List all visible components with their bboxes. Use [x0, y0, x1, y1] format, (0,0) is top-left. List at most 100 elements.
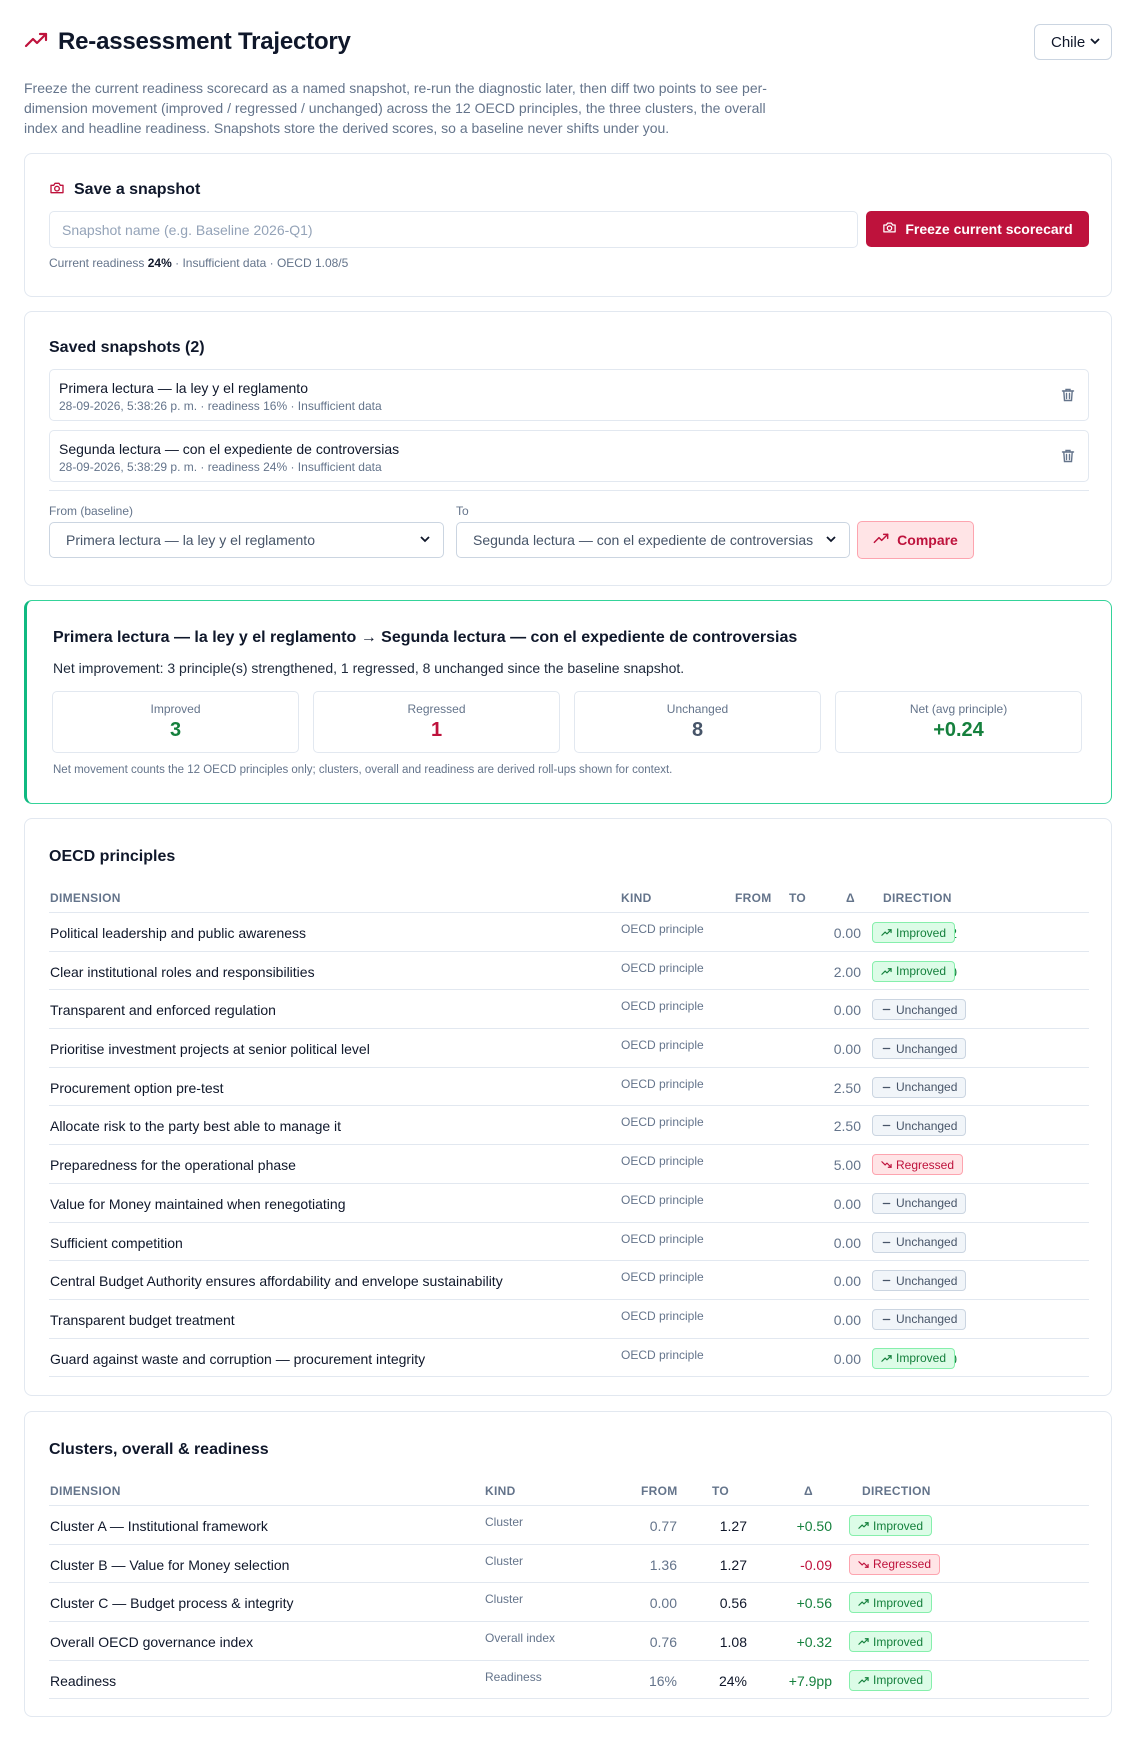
cell-dimension: Guard against waste and corruption — pro…	[50, 1350, 426, 1367]
readiness-status: · Insufficient data · OECD 1.08/5	[175, 256, 349, 270]
table-row: Clear institutional roles and responsibi…	[49, 952, 1089, 991]
direction-badge: Unchanged	[872, 1192, 967, 1214]
column-header-kind[interactable]: KIND	[485, 1484, 516, 1498]
direction-label: Improved	[873, 1673, 924, 1688]
trending-up-icon	[881, 966, 892, 977]
readiness-value: 24%	[147, 256, 172, 270]
cell-dimension: Overall OECD governance index	[50, 1634, 254, 1651]
country-select[interactable]: Chile	[1034, 24, 1112, 60]
from-label: From (baseline)	[49, 504, 134, 518]
cell-dimension: Allocate risk to the party best able to …	[50, 1118, 342, 1135]
stat-regressed: Regressed 1	[313, 691, 560, 753]
cell-dimension: Readiness	[50, 1672, 117, 1689]
column-header-dimension[interactable]: DIMENSION	[50, 1484, 121, 1498]
direction-label: Unchanged	[896, 1273, 958, 1288]
direction-label: Unchanged	[896, 1312, 958, 1327]
table-row: Transparent and enforced regulation OECD …	[49, 990, 1089, 1030]
cell-from: 0.00	[833, 1273, 861, 1290]
trending-up-icon	[881, 1353, 892, 1364]
direction-badge: Unchanged	[872, 1115, 967, 1137]
cell-delta: +7.9pp	[788, 1672, 832, 1689]
cell-dimension: Cluster C — Budget process & integrity	[50, 1595, 294, 1612]
minus-icon	[881, 1237, 892, 1248]
comparison-title: Primera lectura — la ley y el reglamento…	[53, 629, 798, 646]
table-row: Prioritise investment projects at senior…	[49, 1029, 1089, 1068]
trash-icon[interactable]	[1060, 448, 1076, 464]
cell-from: 2.50	[833, 1118, 861, 1135]
direction-badge: Improved	[872, 960, 956, 982]
direction-label: Regressed	[873, 1557, 932, 1572]
column-header-delta[interactable]: Δ	[846, 891, 855, 905]
direction-label: Improved	[896, 1351, 947, 1366]
trending-up-icon	[858, 1597, 869, 1608]
snapshot-meta: 28-09-2026, 5:38:29 p. m. · readiness 24…	[59, 460, 382, 474]
cell-kind: Overall index	[485, 1631, 556, 1646]
cell-kind: OECD principle	[621, 1154, 704, 1169]
divider	[49, 490, 1089, 491]
minus-icon	[881, 1314, 892, 1325]
minus-icon	[881, 1198, 892, 1209]
trending-up-icon	[858, 1636, 869, 1647]
to-label: To	[456, 504, 469, 518]
cell-from: 2.50	[833, 1079, 861, 1096]
cell-from: 0.76	[649, 1634, 677, 1651]
column-header-direction[interactable]: DIRECTION	[862, 1484, 931, 1498]
trending-up-icon	[858, 1520, 869, 1531]
cell-dimension: Sufficient competition	[50, 1234, 183, 1251]
snapshot-item[interactable]: Segunda lectura — con el expediente de c…	[49, 430, 1089, 482]
cell-from: 0.00	[833, 1311, 861, 1328]
from-baseline-select[interactable]: Primera lectura — la ley y el reglamento	[49, 522, 444, 558]
to-select-value: Segunda lectura — con el expediente de c…	[473, 532, 814, 548]
snapshot-name-input[interactable]	[49, 211, 858, 248]
current-readiness-meta: Current readiness 24% · Insufficient dat…	[49, 256, 348, 270]
snapshot-item[interactable]: Primera lectura — la ley y el reglamento…	[49, 369, 1089, 421]
cell-kind: OECD principle	[621, 1115, 704, 1130]
cell-dimension: Cluster A — Institutional framework	[50, 1518, 268, 1534]
cell-kind: OECD principle	[621, 999, 704, 1014]
saved-snapshots-title: Saved snapshots (2)	[49, 339, 205, 356]
table-header: DIMENSION KIND FROM TO Δ DIRECTION	[49, 875, 1089, 913]
column-header-to[interactable]: TO	[789, 891, 806, 905]
compare-button[interactable]: Compare	[857, 521, 974, 559]
cell-to: 24%	[718, 1672, 747, 1689]
direction-label: Improved	[896, 964, 947, 979]
stat-label: Regressed	[407, 702, 466, 716]
direction-label: Improved	[873, 1518, 924, 1533]
column-header-from[interactable]: FROM	[641, 1484, 678, 1498]
snapshot-name: Primera lectura — la ley y el reglamento	[59, 380, 308, 396]
page: Re-assessment Trajectory Chile Freeze th…	[24, 0, 1112, 1717]
direction-label: Improved	[873, 1595, 924, 1610]
comparison-summary: Net improvement: 3 principle(s) strength…	[53, 660, 685, 676]
freeze-scorecard-button[interactable]: Freeze current scorecard	[866, 211, 1089, 247]
cell-dimension: Procurement option pre-test	[50, 1079, 224, 1096]
column-header-dimension[interactable]: DIMENSION	[50, 891, 121, 905]
cell-kind: Cluster	[485, 1592, 524, 1607]
direction-label: Improved	[873, 1634, 924, 1649]
stat-unchanged: Unchanged 8	[574, 691, 821, 753]
direction-badge: Unchanged	[872, 1076, 967, 1098]
column-header-to[interactable]: TO	[712, 1484, 729, 1498]
direction-badge: Regressed	[872, 1154, 964, 1176]
cell-kind: OECD principle	[621, 1076, 704, 1091]
title-row: Re-assessment Trajectory	[24, 28, 351, 56]
direction-label: Unchanged	[896, 1118, 958, 1133]
direction-badge: Improved	[849, 1592, 933, 1614]
cell-kind: OECD principle	[621, 960, 704, 975]
cell-dimension: Political leadership and public awarenes…	[50, 925, 307, 941]
cell-delta: -0.09	[800, 1556, 832, 1573]
readiness-label: Current readiness	[49, 256, 145, 270]
table-row: Sufficient competition OECD principle 0.00…	[49, 1223, 1089, 1262]
cell-from: 0.00	[833, 1234, 861, 1251]
column-header-kind[interactable]: KIND	[621, 891, 652, 905]
trash-icon[interactable]	[1060, 387, 1076, 403]
column-header-direction[interactable]: DIRECTION	[883, 891, 952, 905]
direction-label: Improved	[896, 925, 947, 940]
cell-kind: OECD principle	[621, 1347, 704, 1362]
to-select[interactable]: Segunda lectura — con el expediente de c…	[456, 522, 850, 558]
table-row: Guard against waste and corruption — pro…	[49, 1339, 1089, 1378]
direction-badge: Unchanged	[872, 1038, 967, 1060]
direction-label: Regressed	[896, 1157, 955, 1172]
column-header-delta[interactable]: Δ	[804, 1484, 813, 1498]
column-header-from[interactable]: FROM	[735, 891, 772, 905]
save-snapshot-title: Save a snapshot	[74, 180, 201, 198]
